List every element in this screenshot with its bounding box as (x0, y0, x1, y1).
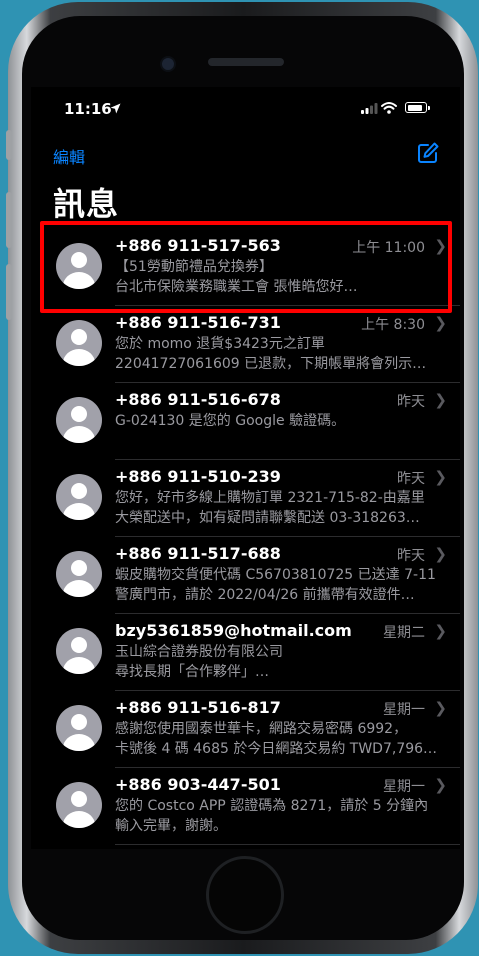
messages-screen: 11:16 編輯 訊息 +886 911-517-563 上午 11:00 ❯ … (31, 87, 460, 849)
message-preview: 玉山綜合證券股份有限公司 尋找長期「合作夥伴」… (115, 643, 445, 682)
chevron-right-icon: ❯ (434, 699, 447, 717)
preview-line-1: 您好，好市多線上購物訂單 2321-715-82-由嘉里 (115, 490, 425, 506)
battery-cap (428, 106, 430, 110)
message-time: 上午 8:30 (361, 317, 425, 333)
person-icon (56, 628, 102, 674)
conversation-row[interactable]: +886 903-447-501 星期一 ❯ 您的 Costco APP 認證碼… (31, 768, 460, 845)
person-icon (56, 474, 102, 520)
chevron-right-icon: ❯ (434, 776, 447, 794)
signal-icon (361, 103, 378, 114)
preview-line-2: 大榮配送中，如有疑問請聯繫配送 03-318263… (115, 509, 420, 526)
message-preview: 蝦皮購物交貨便代碼 C56703810725 已送達 7-11 警廣門市，請於 … (115, 566, 445, 605)
preview-line-1: 感謝您使用國泰世華卡，網路交易密碼 6992， (115, 721, 408, 737)
message-time: 星期一 (383, 779, 425, 795)
message-preview: 感謝您使用國泰世華卡，網路交易密碼 6992， 卡號後 4 碼 4685 於今日… (115, 720, 445, 759)
message-time: 星期二 (383, 625, 425, 641)
preview-line-1: 您的 Costco APP 認證碼為 8271，請於 5 分鐘內 (115, 798, 429, 814)
chevron-right-icon: ❯ (434, 545, 447, 563)
battery-icon (405, 102, 427, 113)
preview-line-1: 您於 momo 退貨$3423元之訂單 (115, 336, 325, 352)
chevron-right-icon: ❯ (434, 622, 447, 640)
sender-name: bzy5361859@hotmail.com (115, 621, 352, 640)
message-preview: G-024130 是您的 Google 驗證碼。 (115, 412, 445, 432)
mute-switch (6, 130, 12, 160)
person-icon (56, 782, 102, 828)
earpiece-speaker (208, 58, 284, 66)
selection-highlight-box (40, 221, 452, 313)
sender-name: +886 903-447-501 (115, 775, 281, 794)
volume-up-button (6, 192, 12, 248)
sender-name: +886 911-510-239 (115, 467, 281, 486)
message-time: 昨天 (397, 394, 425, 410)
conversation-row[interactable]: +886 911-517-688 昨天 ❯ 蝦皮購物交貨便代碼 C5670381… (31, 537, 460, 614)
sender-name: +886 911-516-817 (115, 698, 281, 717)
wifi-icon (381, 102, 397, 114)
front-camera (160, 56, 176, 72)
preview-line-2: 尋找長期「合作夥伴」… (115, 663, 269, 680)
preview-line-1: 玉山綜合證券股份有限公司 (115, 644, 283, 660)
preview-line-2: 輸入完畢，謝謝。 (115, 817, 227, 834)
conversation-row[interactable]: +886 911-516-678 昨天 ❯ G-024130 是您的 Googl… (31, 383, 460, 460)
person-icon (56, 705, 102, 751)
conversation-row[interactable]: +886 911-516-817 星期一 ❯ 感謝您使用國泰世華卡，網路交易密碼… (31, 691, 460, 768)
home-button[interactable] (206, 856, 284, 934)
preview-line-1: 蝦皮購物交貨便代碼 C56703810725 已送達 7-11 (115, 567, 436, 583)
location-arrow-icon (110, 103, 121, 114)
message-time: 昨天 (397, 548, 425, 564)
chevron-right-icon: ❯ (434, 391, 447, 409)
conversation-row[interactable]: bzy5361859@hotmail.com 星期二 ❯ 玉山綜合證券股份有限公… (31, 614, 460, 691)
person-icon (56, 551, 102, 597)
message-preview: 您於 momo 退貨$3423元之訂單 22041727061609 已退款，下… (115, 335, 445, 374)
edit-button[interactable]: 編輯 (53, 144, 85, 168)
message-time: 星期一 (383, 702, 425, 718)
chevron-right-icon: ❯ (434, 314, 447, 332)
status-time: 11:16 (64, 100, 112, 118)
preview-line-2: 警廣門市，請於 2022/04/26 前攜帶有效證件… (115, 586, 415, 603)
volume-down-button (6, 264, 12, 320)
sender-name: +886 911-517-688 (115, 544, 281, 563)
preview-line-2: 22041727061609 已退款，下期帳單將會列示… (115, 355, 427, 372)
conversation-row[interactable]: +886 911-510-239 昨天 ❯ 您好，好市多線上購物訂單 2321-… (31, 460, 460, 537)
preview-line-1: G-024130 是您的 Google 驗證碼。 (115, 413, 346, 429)
page-title: 訊息 (53, 185, 120, 223)
person-icon (56, 397, 102, 443)
conversation-row[interactable]: +886 911-516-731 上午 8:30 ❯ 您於 momo 退貨$34… (31, 306, 460, 383)
chevron-right-icon: ❯ (434, 468, 447, 486)
sender-name: +886 911-516-678 (115, 390, 281, 409)
conversation-list: +886 911-517-563 上午 11:00 ❯ 【51勞動節禮品兌換券】… (31, 229, 460, 845)
person-icon (56, 320, 102, 366)
row-divider (115, 844, 460, 845)
message-time: 昨天 (397, 471, 425, 487)
message-preview: 您的 Costco APP 認證碼為 8271，請於 5 分鐘內 輸入完畢，謝謝… (115, 797, 445, 836)
compose-icon[interactable] (416, 141, 440, 165)
preview-line-2: 卡號後 4 碼 4685 於今日網路交易約 TWD7,796… (115, 740, 438, 757)
sender-name: +886 911-516-731 (115, 313, 281, 332)
message-preview: 您好，好市多線上購物訂單 2321-715-82-由嘉里 大榮配送中，如有疑問請… (115, 489, 445, 528)
